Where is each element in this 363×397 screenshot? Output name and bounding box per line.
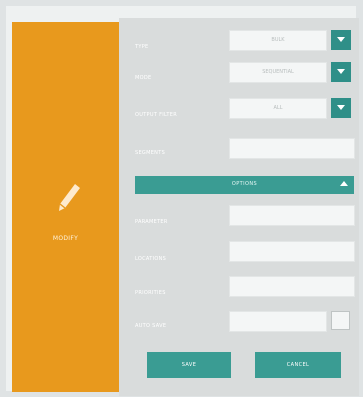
type-value: BULK [271, 37, 285, 43]
pencil-icon [59, 184, 80, 211]
sidebar-panel: MODIFY [12, 22, 119, 392]
auto-save-checkbox[interactable] [331, 311, 350, 330]
section-title: OPTIONS [231, 181, 258, 187]
chevron-down-icon [337, 69, 345, 74]
options-section-header[interactable]: OPTIONS [135, 176, 354, 194]
output-filter-label: OUTPUT FILTER [135, 112, 178, 118]
output-filter-dropdown-button[interactable] [331, 98, 351, 118]
chevron-up-icon[interactable] [340, 181, 348, 186]
mode-dropdown-button[interactable] [331, 62, 351, 82]
mode-select[interactable]: SEQUENTIAL [229, 62, 327, 83]
mode-value: SEQUENTIAL [262, 69, 294, 75]
type-label: TYPE [135, 44, 149, 50]
locations-label: LOCATIONS [135, 256, 167, 262]
chevron-down-icon [337, 37, 345, 42]
auto-save-row [229, 311, 327, 332]
output-filter-select[interactable]: ALL [229, 98, 327, 119]
mode-label: MODE [135, 75, 152, 81]
type-select[interactable]: BULK [229, 30, 327, 51]
output-filter-value: ALL [273, 105, 283, 111]
parameter-input[interactable] [229, 205, 355, 226]
segments-input[interactable] [229, 138, 355, 159]
locations-input[interactable] [229, 241, 355, 262]
priorities-label: PRIORITIES [135, 290, 166, 296]
parameter-label: PARAMETER [135, 219, 168, 225]
cancel-button[interactable]: CANCEL [255, 352, 341, 378]
type-dropdown-button[interactable] [331, 30, 351, 50]
segments-label: SEGMENTS [135, 150, 166, 156]
save-button[interactable]: SAVE [147, 352, 231, 378]
chevron-down-icon [337, 105, 345, 110]
priorities-input[interactable] [229, 276, 355, 297]
sidebar-label: MODIFY [52, 235, 79, 242]
auto-save-label: AUTO SAVE [135, 323, 167, 329]
